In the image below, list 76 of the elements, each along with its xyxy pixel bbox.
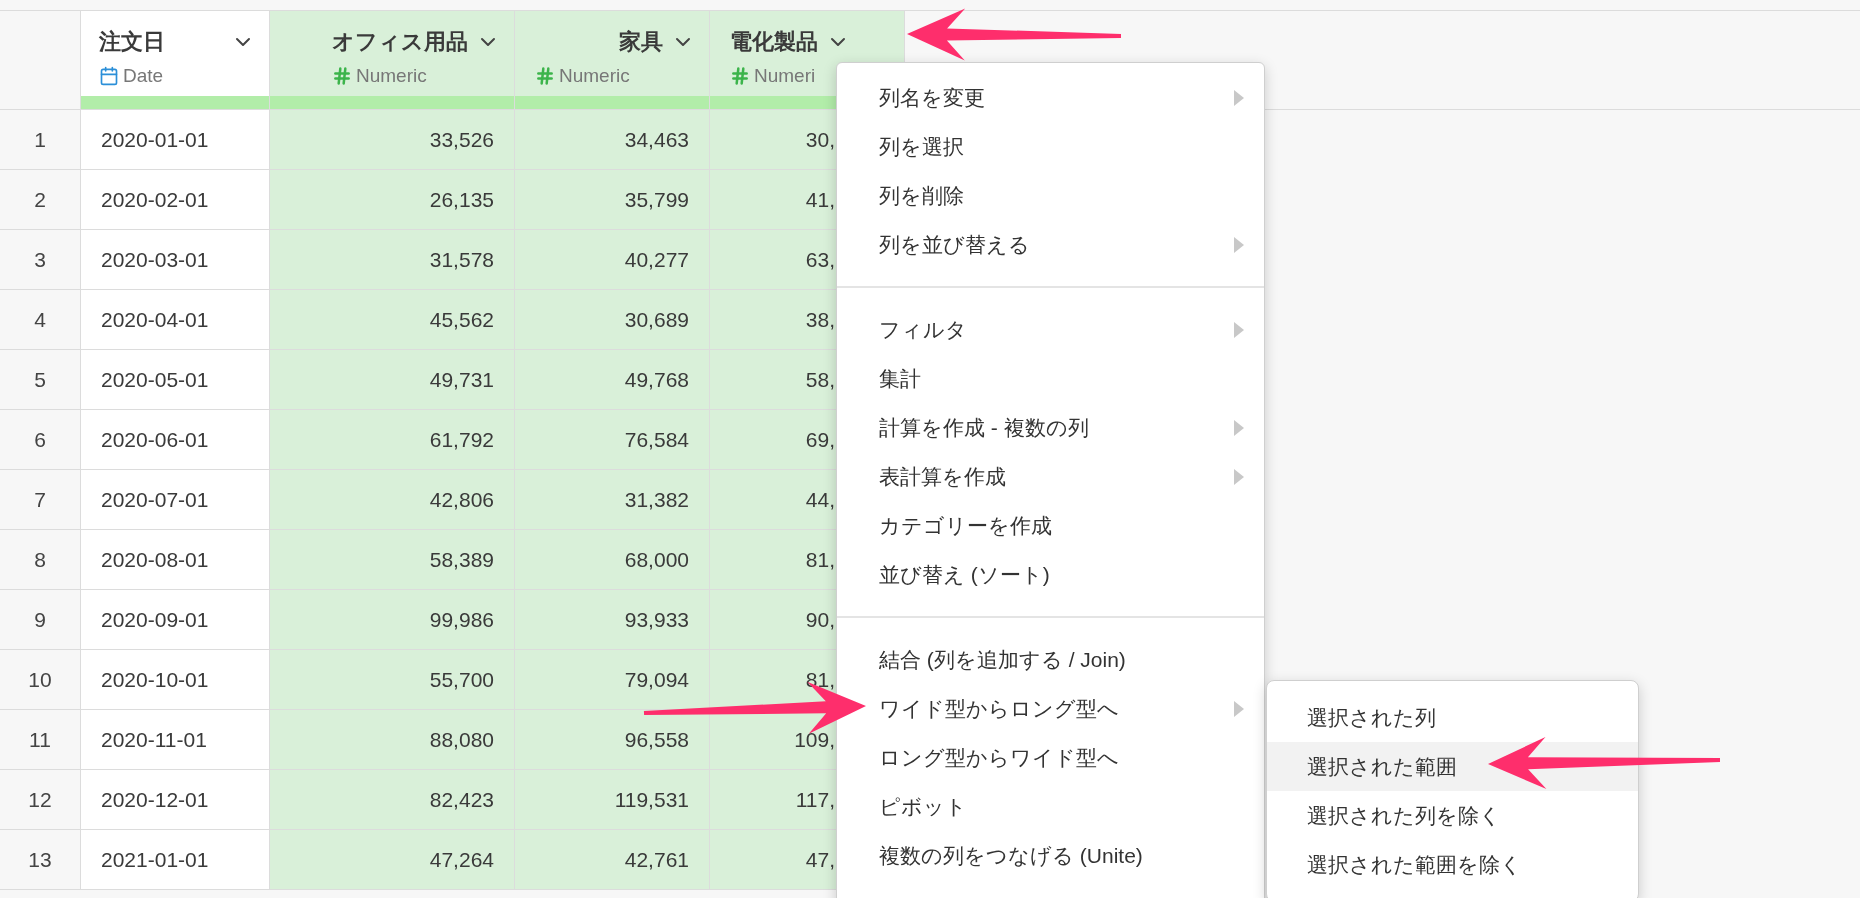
table-cell: 2020-03-01: [81, 230, 270, 290]
row-number: 12: [0, 770, 81, 830]
table-cell: 96,558: [515, 710, 710, 770]
row-number: 1: [0, 110, 81, 170]
table-cell: 2020-07-01: [81, 470, 270, 530]
table-cell: 99,986: [270, 590, 515, 650]
row-number: 8: [0, 530, 81, 590]
table-cell: 2021-01-01: [81, 830, 270, 890]
table-cell: 55,700: [270, 650, 515, 710]
row-number: 11: [0, 710, 81, 770]
row-number: 6: [0, 410, 81, 470]
table-cell: 40,277: [515, 230, 710, 290]
submenu-item[interactable]: 選択された列を除く: [1267, 791, 1638, 840]
table-cell: 2020-09-01: [81, 590, 270, 650]
hash-icon: [332, 66, 352, 87]
row-number: 7: [0, 470, 81, 530]
table-cell: 45,562: [270, 290, 515, 350]
table-cell: 82,423: [270, 770, 515, 830]
hash-icon: [535, 66, 555, 87]
table-cell: 42,806: [270, 470, 515, 530]
table-cell: 58,389: [270, 530, 515, 590]
submenu-arrow-icon: [1234, 236, 1244, 253]
row-number: 3: [0, 230, 81, 290]
table-cell: 33,526: [270, 110, 515, 170]
column-name: オフィス用品: [332, 28, 468, 56]
table-cell: 76,584: [515, 410, 710, 470]
submenu-arrow-icon: [1234, 321, 1244, 338]
table-cell: 31,578: [270, 230, 515, 290]
row-number: 5: [0, 350, 81, 410]
table-cell: 31,382: [515, 470, 710, 530]
column-header[interactable]: 注文日 Date: [81, 11, 270, 109]
table-cell: 119,531: [515, 770, 710, 830]
table-cell: 35,799: [515, 170, 710, 230]
table-cell: 2020-11-01: [81, 710, 270, 770]
row-number: 13: [0, 830, 81, 890]
table-cell: 47,264: [270, 830, 515, 890]
submenu-item[interactable]: 選択された範囲を除く: [1267, 840, 1638, 889]
table-cell: 68,000: [515, 530, 710, 590]
table-cell: 88,080: [270, 710, 515, 770]
row-number: 4: [0, 290, 81, 350]
submenu-arrow-icon: [1234, 89, 1244, 106]
column-type: Numeric: [356, 64, 427, 88]
submenu-arrow-icon: [1234, 468, 1244, 485]
table-cell: 2020-06-01: [81, 410, 270, 470]
table-cell: 2020-05-01: [81, 350, 270, 410]
column-name: 家具: [619, 28, 663, 56]
table-cell: 26,135: [270, 170, 515, 230]
table-cell: 34,463: [515, 110, 710, 170]
submenu-item[interactable]: 選択された列: [1267, 693, 1638, 742]
table-cell: 93,933: [515, 590, 710, 650]
table-cell: 49,731: [270, 350, 515, 410]
row-number: 10: [0, 650, 81, 710]
submenu-arrow-icon: [1234, 700, 1244, 717]
table-cell: 61,792: [270, 410, 515, 470]
table-cell: 2020-08-01: [81, 530, 270, 590]
table-cell: 2020-12-01: [81, 770, 270, 830]
row-number: 2: [0, 170, 81, 230]
table-cell: 2020-01-01: [81, 110, 270, 170]
table-cell: 49,768: [515, 350, 710, 410]
column-type: Numeric: [559, 64, 630, 88]
column-name: 電化製品: [730, 28, 818, 56]
table-cell: 2020-10-01: [81, 650, 270, 710]
table-cell: 30,689: [515, 290, 710, 350]
column-header[interactable]: オフィス用品 Numeric: [270, 11, 515, 109]
column-header[interactable]: 家具 Numeric: [515, 11, 710, 109]
table-cell: 79,094: [515, 650, 710, 710]
table-cell: 42,761: [515, 830, 710, 890]
calendar-icon: [99, 66, 119, 87]
column-name: 注文日: [99, 28, 165, 56]
column-type: Numeri: [754, 64, 816, 88]
table-cell: 2020-04-01: [81, 290, 270, 350]
submenu-arrow-icon: [1234, 419, 1244, 436]
row-number: 9: [0, 590, 81, 650]
column-type: Date: [123, 64, 164, 88]
hash-icon: [730, 66, 750, 87]
table-cell: 2020-02-01: [81, 170, 270, 230]
